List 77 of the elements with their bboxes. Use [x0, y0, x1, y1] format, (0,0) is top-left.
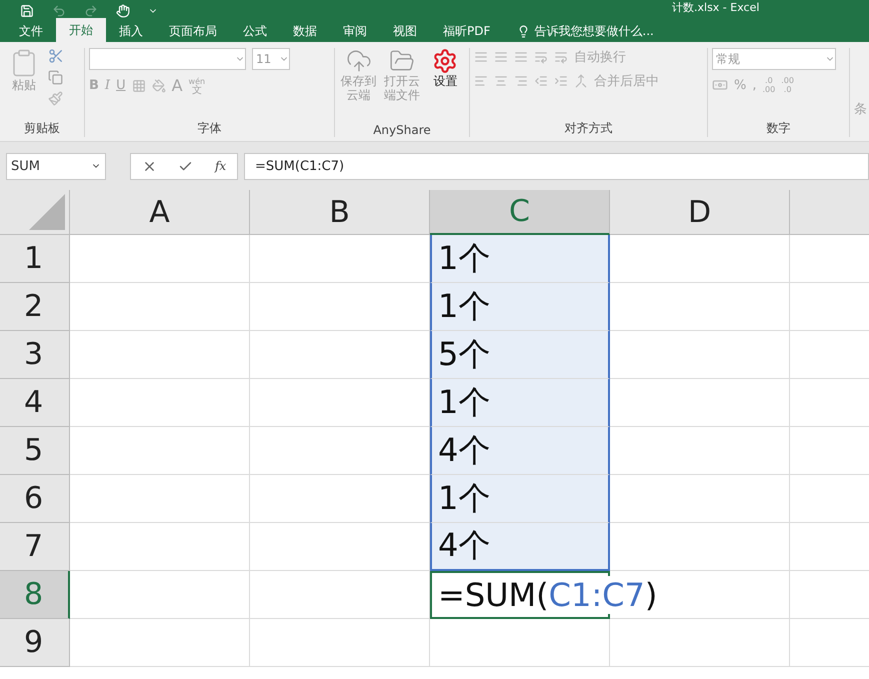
selected-cell[interactable]: 5个 — [430, 331, 610, 379]
cell-value: 4个 — [438, 525, 490, 566]
wrap-text-icon[interactable] — [554, 50, 568, 64]
cell-formula[interactable]: =SUM(C1:C7) — [438, 576, 658, 614]
ribbon-tab[interactable]: 视图 — [380, 20, 430, 42]
selected-cell[interactable]: 1个 — [430, 475, 610, 523]
indent-decrease-icon[interactable] — [534, 74, 548, 88]
border-icon[interactable] — [132, 78, 146, 92]
scissors-icon[interactable] — [48, 48, 64, 64]
fill-color-icon[interactable] — [152, 78, 166, 92]
column-header[interactable]: C — [430, 190, 610, 235]
window-title: 计数.xlsx - Excel — [672, 1, 760, 15]
number-format-value: 常规 — [716, 50, 740, 68]
selected-cell[interactable]: 4个 — [430, 523, 610, 571]
tell-me-search[interactable]: 告诉我您想要做什么... — [517, 20, 654, 42]
row-header[interactable]: 5 — [0, 427, 70, 475]
row-header[interactable]: 8 — [0, 571, 70, 619]
group-label: 对齐方式 — [564, 120, 614, 137]
name-box[interactable]: SUM — [6, 152, 106, 180]
column-header[interactable]: B — [250, 190, 430, 235]
cell-value: 4个 — [438, 430, 490, 470]
row-header[interactable]: 1 — [0, 235, 70, 283]
save-icon[interactable] — [20, 4, 34, 18]
selected-cell[interactable]: 4个 — [430, 427, 610, 475]
name-box-value: SUM — [11, 158, 40, 174]
formula-field[interactable]: =SUM(C1:C7) — [244, 152, 869, 180]
table-cell[interactable] — [430, 619, 610, 667]
group-label: 数字 — [766, 120, 792, 137]
align-bottom-icon[interactable] — [514, 50, 528, 64]
row-header[interactable]: 4 — [0, 379, 70, 427]
selected-cell[interactable]: 1个 — [430, 283, 610, 331]
row-header[interactable]: 3 — [0, 331, 70, 379]
cell-value: 1个 — [438, 382, 490, 422]
align-middle-icon[interactable] — [494, 50, 508, 64]
ribbon-tab[interactable]: 数据 — [280, 20, 330, 42]
redo-icon[interactable] — [84, 4, 98, 18]
select-all-icon[interactable] — [29, 194, 65, 230]
cell-value: 1个 — [438, 286, 490, 326]
group-label: 字体 — [196, 120, 222, 137]
group-label: 剪贴板 — [23, 120, 61, 137]
merge-icon[interactable] — [574, 74, 588, 88]
gear-icon — [432, 48, 458, 74]
copy-icon[interactable] — [48, 70, 63, 85]
font-field[interactable] — [89, 48, 246, 70]
column-header[interactable]: D — [610, 190, 790, 235]
ribbon-tab[interactable]: 文件 — [6, 20, 56, 42]
ribbon-tab[interactable]: 公式 — [230, 20, 280, 42]
cell-value: 1个 — [438, 238, 490, 278]
row-header[interactable]: 6 — [0, 475, 70, 523]
row-header[interactable]: 9 — [0, 619, 70, 667]
undo-icon[interactable] — [52, 4, 66, 18]
insert-function-button[interactable]: fx — [214, 159, 226, 173]
cloud-upload-icon — [346, 48, 372, 74]
ribbon-button[interactable]: 设置 — [426, 48, 465, 123]
ribbon-tab[interactable]: 插入 — [106, 20, 156, 42]
paintbrush-icon[interactable] — [48, 91, 63, 106]
indent-increase-icon[interactable] — [554, 74, 568, 88]
group-label: AnyShare — [372, 123, 432, 137]
ribbon-tab[interactable]: 审阅 — [330, 20, 380, 42]
align-right-icon[interactable] — [514, 74, 528, 88]
tell-me-text: 告诉我您想要做什么... — [534, 22, 654, 40]
align-center-icon[interactable] — [494, 74, 508, 88]
ribbon-tab[interactable]: 开始 — [56, 18, 106, 42]
selected-cell[interactable]: 1个 — [430, 235, 610, 283]
selected-cell[interactable]: 1个 — [430, 379, 610, 427]
row-header[interactable]: 2 — [0, 283, 70, 331]
cell-value: 1个 — [438, 478, 490, 518]
ribbon-tab[interactable]: 页面布局 — [156, 20, 230, 42]
lightbulb-icon — [517, 24, 530, 38]
row-header[interactable]: 7 — [0, 523, 70, 571]
align-left-icon[interactable] — [474, 74, 488, 88]
column-header[interactable]: A — [70, 190, 250, 235]
font-size-value: 11 — [256, 52, 272, 66]
touch-icon[interactable] — [116, 4, 130, 18]
cell-value: 5个 — [438, 334, 490, 374]
align-top-icon[interactable] — [474, 50, 488, 64]
ribbon-tab[interactable]: 福昕PDF — [430, 20, 504, 42]
